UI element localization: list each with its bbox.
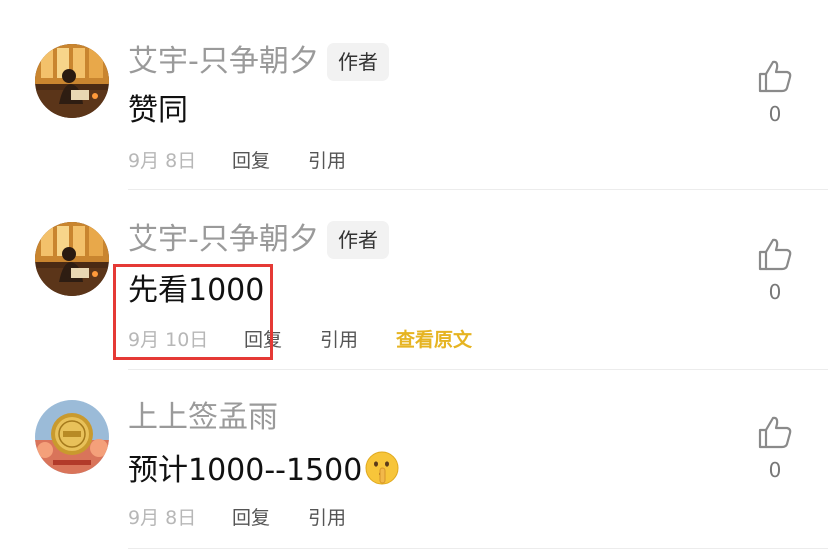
comment-text: 预计1000--1500 [128, 453, 363, 488]
like-count: 0 [768, 102, 782, 126]
thumbs-up-icon[interactable] [757, 59, 793, 93]
thumbs-up-icon[interactable] [757, 237, 793, 271]
author-name[interactable]: 上上签孟雨 [128, 400, 278, 436]
avatar[interactable] [35, 400, 109, 474]
highlight-annotation-box [113, 264, 273, 360]
comment-date: 9月 8日 [128, 507, 197, 529]
quote-button[interactable]: 引用 [308, 506, 346, 530]
reading-person-avatar-icon [35, 222, 109, 296]
comment-item: 上上签孟雨 预计1000--1500 9月 8日 回复 引用 0 [0, 370, 828, 550]
author-name[interactable]: 艾宇-只争朝夕 [128, 222, 319, 258]
gold-coin-avatar-icon [35, 400, 109, 474]
thumbs-up-icon[interactable] [757, 415, 793, 449]
author-name[interactable]: 艾宇-只争朝夕 [128, 44, 319, 80]
author-badge: 作者 [327, 221, 389, 259]
shushing-face-emoji-icon [365, 451, 399, 485]
author-badge: 作者 [327, 43, 389, 81]
comment-date: 9月 8日 [128, 150, 197, 172]
comment-content: 预计1000--1500 [128, 450, 400, 490]
comment-content: 赞同 [128, 93, 188, 128]
view-original-link[interactable]: 查看原文 [396, 328, 472, 352]
reply-button[interactable]: 回复 [232, 506, 270, 530]
quote-button[interactable]: 引用 [320, 328, 358, 352]
reply-button[interactable]: 回复 [232, 149, 270, 173]
avatar[interactable] [35, 44, 109, 118]
like-count: 0 [768, 458, 782, 482]
comment-list: 艾宇-只争朝夕 作者 赞同 9月 8日 回复 引用 0 艾宇-只争朝夕 作者 先… [0, 0, 828, 550]
comment-item: 艾宇-只争朝夕 作者 赞同 9月 8日 回复 引用 0 [0, 0, 828, 190]
quote-button[interactable]: 引用 [308, 149, 346, 173]
like-count: 0 [768, 280, 782, 304]
reading-person-avatar-icon [35, 44, 109, 118]
avatar[interactable] [35, 222, 109, 296]
divider [128, 548, 828, 549]
